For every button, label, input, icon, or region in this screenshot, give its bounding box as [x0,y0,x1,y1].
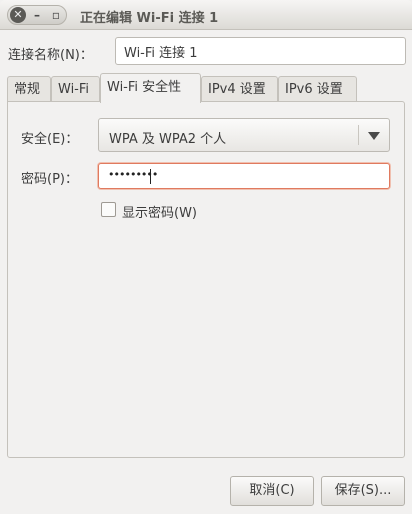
security-select[interactable]: WPA 及 WPA2 个人 [98,118,390,152]
text-caret [150,169,151,184]
save-button[interactable]: 保存(S)... [321,476,405,506]
tab-ipv4[interactable]: IPv4 设置 [201,76,278,102]
minimize-icon[interactable]: – [29,7,45,23]
connection-name-input[interactable] [115,37,406,65]
maximize-icon[interactable]: ▫ [48,7,64,23]
security-select-value: WPA 及 WPA2 个人 [109,132,227,147]
tab-wifi[interactable]: Wi-Fi [51,76,100,102]
select-divider [358,125,359,145]
cancel-button[interactable]: 取消(C) [230,476,314,506]
close-icon[interactable]: ✕ [10,7,26,23]
tab-ipv6[interactable]: IPv6 设置 [278,76,357,102]
tab-wifi-security[interactable]: Wi-Fi 安全性 [100,73,201,103]
password-label: 密码(P)： [21,172,78,187]
security-label: 安全(E)： [21,132,79,147]
show-password-checkbox[interactable] [101,202,116,217]
title-bar: ✕ – ▫ 正在编辑 Wi-Fi 连接 1 [0,0,412,30]
chevron-down-icon [368,132,380,140]
window-title: 正在编辑 Wi-Fi 连接 1 [80,11,219,26]
connection-name-label: 连接名称(N)： [8,48,93,63]
tab-panel [7,101,405,458]
tab-general[interactable]: 常规 [7,76,51,102]
window-controls: ✕ – ▫ [7,5,67,25]
password-input[interactable]: ••••••••• [98,163,390,189]
show-password-label[interactable]: 显示密码(W) [122,202,197,221]
